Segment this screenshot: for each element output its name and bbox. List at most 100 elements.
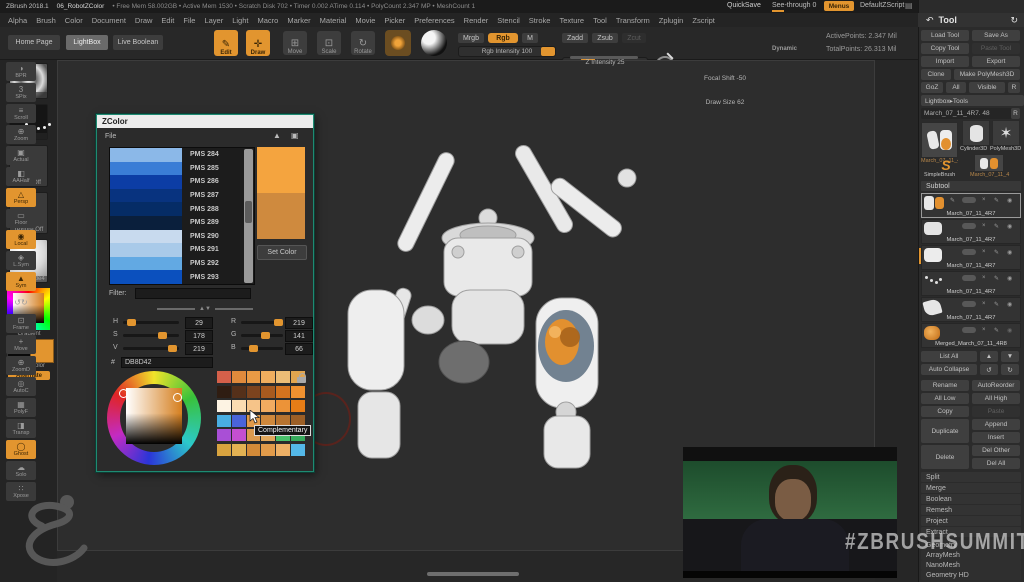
insert-button[interactable]: Insert <box>972 432 1020 443</box>
bpr-button[interactable]: ◑BPR <box>6 62 36 81</box>
menu-zscript[interactable]: Zscript <box>692 16 715 25</box>
pms-row[interactable]: PMS 289 <box>110 216 254 230</box>
palette-swatch[interactable] <box>232 371 246 383</box>
menu-light[interactable]: Light <box>232 16 248 25</box>
hue-slider[interactable] <box>123 321 179 324</box>
goz-r-button[interactable]: R <box>1008 82 1020 93</box>
palette-swatch[interactable] <box>291 400 305 412</box>
polymesh3d-thumbnail[interactable]: ✶ <box>992 120 1020 146</box>
zadd-button[interactable]: Zadd <box>562 33 588 43</box>
pill-toggle[interactable] <box>962 223 976 229</box>
rgb-intensity-thumb[interactable] <box>541 47 555 56</box>
auto-collapse-button[interactable]: Auto Collapse <box>921 364 977 375</box>
del-all-button[interactable]: Del All <box>972 458 1020 469</box>
duplicate-button[interactable]: Duplicate <box>921 419 969 443</box>
current-material-button[interactable] <box>421 30 447 56</box>
copy-subtool-button[interactable]: Copy <box>921 406 969 417</box>
menu-zplugin[interactable]: Zplugin <box>659 16 684 25</box>
autoreorder-button[interactable]: AutoReorder <box>972 380 1020 391</box>
subtool-row[interactable]: × ✎ ◉ March_07_11_4R7 <box>921 297 1021 322</box>
clone-button[interactable]: Clone <box>921 69 951 80</box>
green-slider[interactable] <box>241 334 283 337</box>
close-toggle-icon[interactable]: × <box>982 275 986 281</box>
export-icon[interactable]: ▣ <box>291 131 299 140</box>
subtool-row[interactable]: × ✎ ◉ March_07_11_4R7 <box>921 245 1021 270</box>
menu-render[interactable]: Render <box>464 16 489 25</box>
red-slider-thumb[interactable] <box>274 319 283 326</box>
pms-list-scrollbar-thumb[interactable] <box>245 201 252 223</box>
blue-value[interactable]: 66 <box>285 343 313 355</box>
menu-layer[interactable]: Layer <box>204 16 223 25</box>
subtool-row[interactable]: × ✎ ◉ March_07_11_4R7 <box>921 219 1021 244</box>
move-down-icon-button[interactable]: ↻ <box>1001 364 1019 375</box>
floor-button[interactable]: ▭Floor <box>6 209 36 228</box>
close-toggle-icon[interactable]: × <box>982 327 986 333</box>
spin-buttons[interactable]: ↺↻ <box>6 293 36 312</box>
polyf-button[interactable]: ▦PolyF <box>6 398 36 417</box>
pms-row[interactable]: PMS 285 <box>110 162 254 176</box>
saturation-slider-thumb[interactable] <box>158 332 167 339</box>
save-as-button[interactable]: Save As <box>972 30 1020 41</box>
square-selector[interactable] <box>173 393 182 402</box>
solo-button[interactable]: ☁Solo <box>6 461 36 480</box>
actual-button[interactable]: ▣Actual <box>6 146 36 165</box>
paint-toggle-icon[interactable]: ✎ <box>950 197 955 204</box>
menu-tool[interactable]: Tool <box>593 16 607 25</box>
palette-swatch[interactable] <box>247 444 261 456</box>
palette-swatch[interactable] <box>217 444 231 456</box>
palette-swatch[interactable] <box>276 386 290 398</box>
scale-button[interactable]: ⊡Scale <box>317 31 341 55</box>
subtool-row[interactable]: × ✎ ◉ Merged_March_07_11_4R8 <box>921 323 1021 348</box>
palette-swatch[interactable] <box>247 386 261 398</box>
all-high-button[interactable]: All High <box>972 393 1020 404</box>
pms-row[interactable]: PMS 290 <box>110 230 254 244</box>
lsym-button[interactable]: ◈L.Sym <box>6 251 36 270</box>
menu-marker[interactable]: Marker <box>287 16 310 25</box>
xpose-button[interactable]: ∷Xpose <box>6 482 36 501</box>
visibility-eye-icon[interactable]: ◉ <box>1007 223 1012 230</box>
zcut-button[interactable]: Zcut <box>622 33 646 43</box>
pms-row[interactable]: PMS 291 <box>110 243 254 257</box>
close-toggle-icon[interactable]: × <box>982 223 986 229</box>
palette-swatch[interactable] <box>232 415 246 427</box>
mrgb-button[interactable]: Mrgb <box>458 33 484 43</box>
green-value[interactable]: 141 <box>285 330 313 342</box>
visibility-eye-icon[interactable]: ◉ <box>1007 249 1012 256</box>
tablet-icon[interactable]: ▤ <box>905 1 913 10</box>
quicksave-button[interactable]: QuickSave <box>727 2 761 9</box>
hex-input[interactable]: DB8D42 <box>121 357 213 368</box>
hue-ring-selector[interactable] <box>119 389 128 398</box>
rename-button[interactable]: Rename <box>921 380 969 391</box>
draw-button[interactable]: ✛Draw <box>246 30 270 56</box>
pill-toggle[interactable] <box>962 301 976 307</box>
menu-movie[interactable]: Movie <box>355 16 375 25</box>
rotate-button[interactable]: ↻Rotate <box>351 31 375 55</box>
visibility-eye-icon[interactable]: ◉ <box>1007 197 1012 204</box>
menu-texture[interactable]: Texture <box>559 16 584 25</box>
pms-row[interactable]: PMS 292 <box>110 257 254 271</box>
menu-stencil[interactable]: Stencil <box>497 16 520 25</box>
palette-swatch[interactable] <box>232 444 246 456</box>
subtool-section-header[interactable]: Subtool <box>921 181 1021 191</box>
pill-toggle[interactable] <box>962 249 976 255</box>
palette-swatch[interactable] <box>261 386 275 398</box>
paste-subtool-button[interactable]: Paste <box>972 406 1020 417</box>
close-toggle-icon[interactable]: × <box>982 249 986 255</box>
goz-button[interactable]: GoZ <box>921 82 943 93</box>
menu-file[interactable]: File <box>183 16 195 25</box>
subtool-down-button[interactable]: ▼ <box>1001 351 1019 362</box>
import-button[interactable]: Import <box>921 56 969 67</box>
goz-all-button[interactable]: All <box>946 82 966 93</box>
paste-tool-button[interactable]: Paste Tool <box>972 43 1020 54</box>
lightbox-tools-button[interactable]: Lightbox▸Tools <box>921 95 1024 106</box>
canvas-h-scrollbar[interactable] <box>427 572 519 576</box>
visibility-eye-icon[interactable]: ◉ <box>1007 301 1012 308</box>
palette-swatch[interactable] <box>247 371 261 383</box>
zsub-button[interactable]: Zsub <box>592 33 618 43</box>
menu-picker[interactable]: Picker <box>384 16 405 25</box>
tool-slider-r-button[interactable]: R <box>1011 108 1020 119</box>
sym-button[interactable]: ▲Sym <box>6 272 36 291</box>
brush-toggle-icon[interactable]: ✎ <box>994 275 999 282</box>
subtool-row[interactable]: × ✎ ◉ March_07_11_4R7 <box>921 271 1021 296</box>
lightbox-button[interactable]: LightBox <box>66 35 108 50</box>
